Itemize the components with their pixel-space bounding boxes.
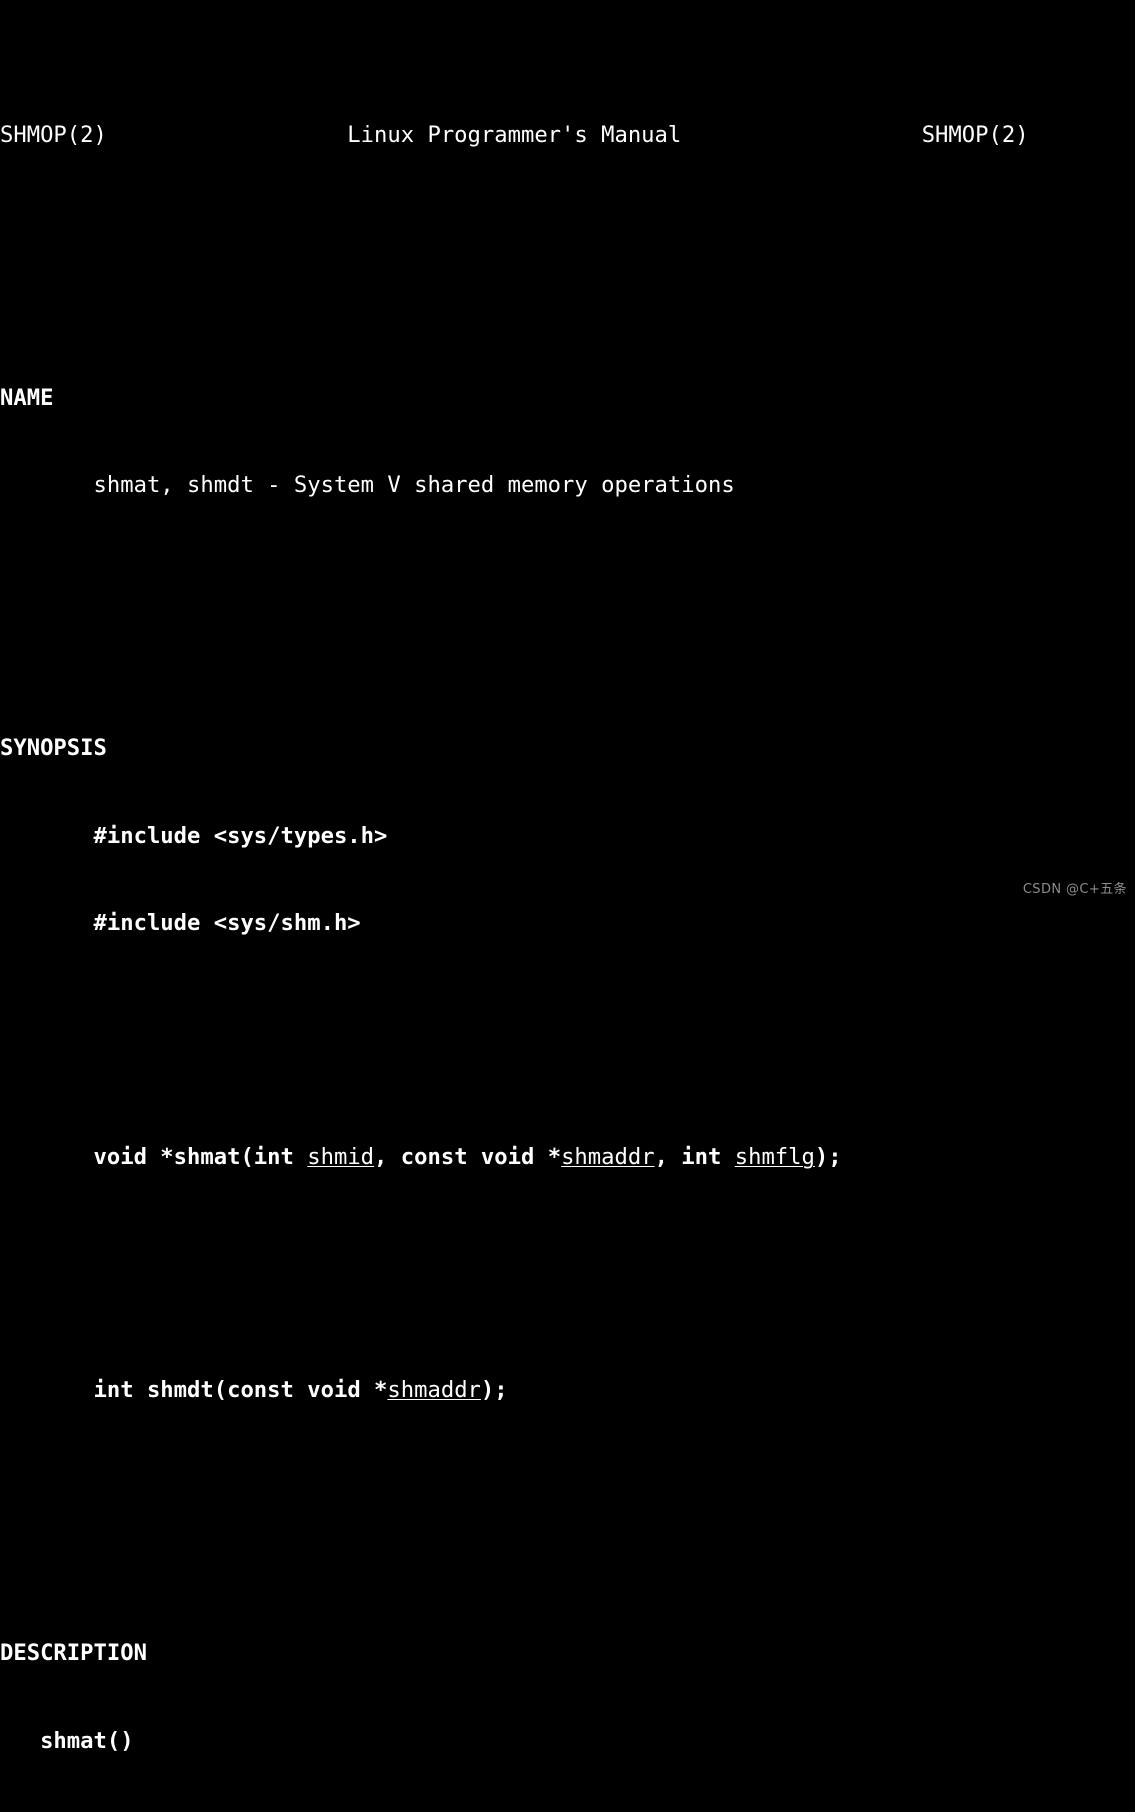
section-heading-name: NAME <box>0 384 1135 413</box>
prototype-shmat-part1: void *shmat(int <box>93 1143 308 1170</box>
section-heading-description: DESCRIPTION <box>0 1639 1135 1668</box>
prototype-shmat-indent <box>0 1144 94 1170</box>
synopsis-include-shm-line: #include <sys/shm.h> <box>0 909 1135 938</box>
synopsis-include-types-line: #include <sys/types.h> <box>0 822 1135 851</box>
prototype-shmat-arg-shmaddr: shmaddr <box>561 1143 655 1170</box>
man-header-text: SHMOP(2) Linux Programmer's Manual SHMOP… <box>0 121 1029 148</box>
description-subheading-shmat: shmat() <box>0 1727 1135 1756</box>
prototype-shmdt-arg-shmaddr: shmaddr <box>387 1377 481 1404</box>
section-heading-synopsis: SYNOPSIS <box>0 734 1135 763</box>
csdn-watermark-text: CSDN @C+五条 <box>1022 882 1127 897</box>
prototype-shmdt-part2: ); <box>480 1377 508 1404</box>
include-shm-text: #include <sys/shm.h> <box>0 910 361 937</box>
synopsis-prototype-shmdt: int shmdt(const void *shmaddr); <box>0 1376 1135 1405</box>
section-heading-synopsis-label: SYNOPSIS <box>0 735 107 761</box>
prototype-shmat-part2: , const void * <box>374 1143 562 1170</box>
description-subheading-shmat-label: shmat() <box>0 1727 134 1754</box>
prototype-shmat-part4: ); <box>814 1143 842 1170</box>
man-page-terminal: SHMOP(2) Linux Programmer's Manual SHMOP… <box>0 0 1135 1754</box>
prototype-shmat-part3: , int <box>654 1143 735 1170</box>
name-body-line: shmat, shmdt - System V shared memory op… <box>0 471 1135 500</box>
prototype-shmat-arg-shmid: shmid <box>307 1143 375 1170</box>
man-header-line: SHMOP(2) Linux Programmer's Manual SHMOP… <box>0 121 1135 150</box>
prototype-shmat-arg-shmflg: shmflg <box>734 1143 815 1170</box>
name-body-text: shmat, shmdt - System V shared memory op… <box>0 472 735 499</box>
prototype-shmdt-part1: int shmdt(const void * <box>93 1377 388 1404</box>
prototype-shmdt-indent <box>0 1377 94 1403</box>
section-heading-description-label: DESCRIPTION <box>0 1640 147 1667</box>
csdn-watermark: CSDN @C+五条 <box>1023 882 1127 898</box>
include-types-text: #include <sys/types.h> <box>0 822 388 849</box>
section-heading-name-label: NAME <box>0 384 54 411</box>
synopsis-prototype-shmat: void *shmat(int shmid, const void *shmad… <box>0 1143 1135 1172</box>
